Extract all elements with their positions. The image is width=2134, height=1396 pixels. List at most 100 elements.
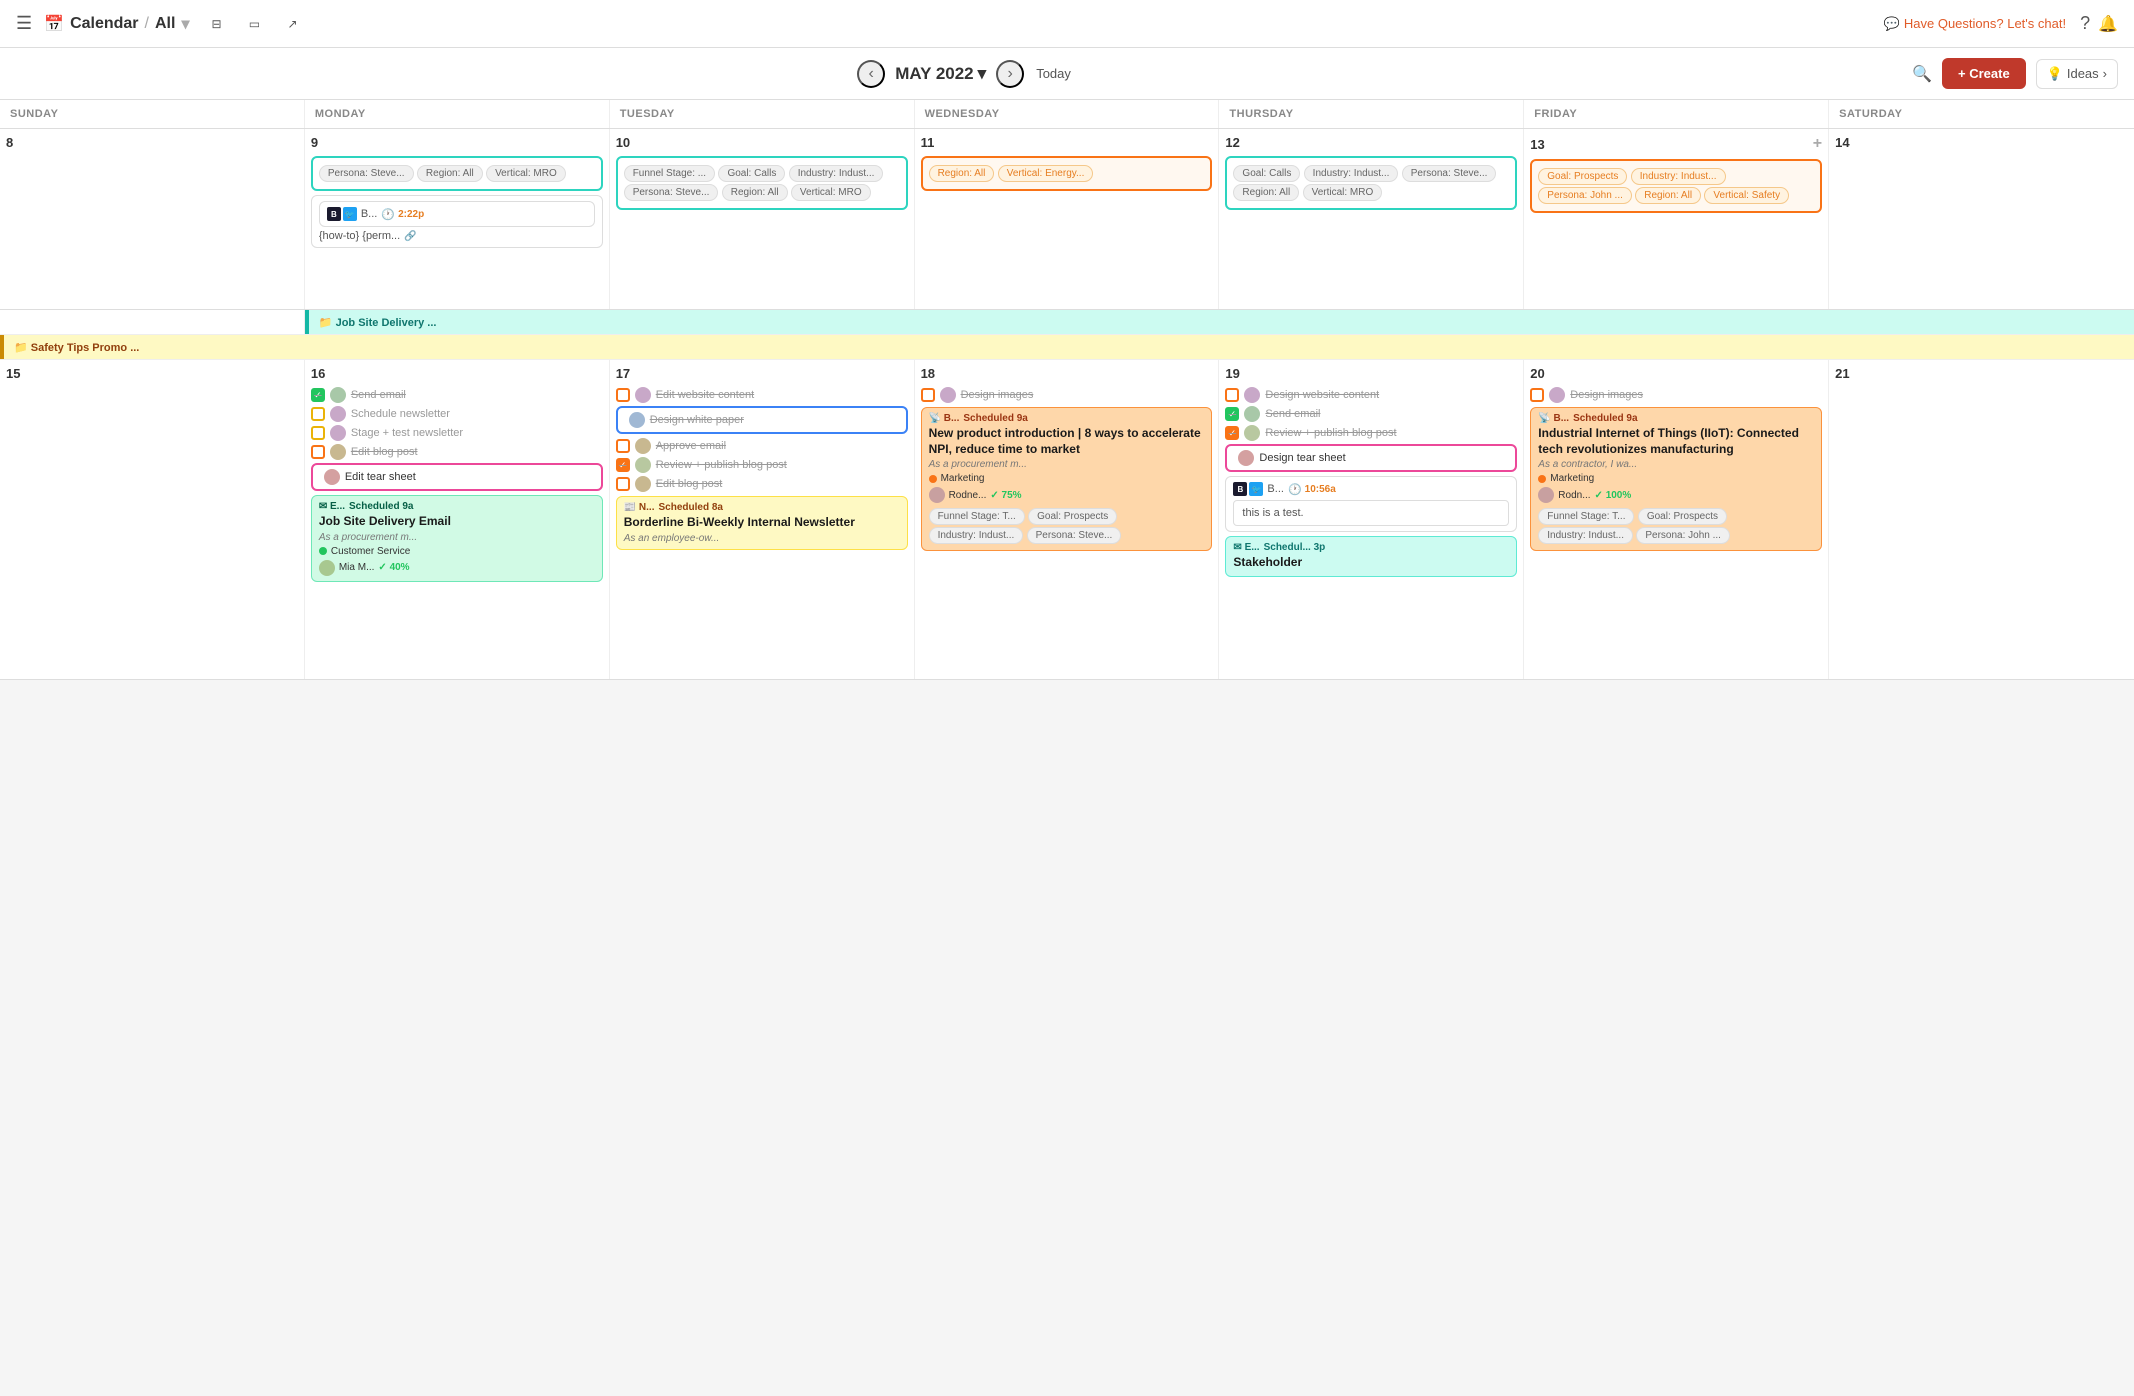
thursday-social-card[interactable]: B 🐦 B... 🕐 10:56a this is a test. — [1225, 476, 1517, 532]
npi-tag4: Persona: Steve... — [1027, 527, 1122, 544]
task-checkbox-design-images2[interactable] — [1530, 388, 1544, 402]
thursday-tags-card[interactable]: Goal: Calls Industry: Indust... Persona:… — [1225, 156, 1517, 210]
job-site-banner-label[interactable]: 📁 Job Site Delivery ... — [305, 310, 2134, 334]
design-tear-sheet-card[interactable]: Design tear sheet — [1225, 444, 1517, 472]
week-row-2: 15 16 ✓ Send email Schedule newsletter S… — [0, 360, 2134, 680]
month-title[interactable]: MAY 2022 ▾ — [895, 64, 986, 84]
npi-scheduled-card[interactable]: 📡 B... Scheduled 9a New product introduc… — [921, 407, 1213, 551]
task-checkbox-schedule[interactable] — [311, 407, 325, 421]
monday-tags-card[interactable]: Persona: Steve... Region: All Vertical: … — [311, 156, 603, 191]
task-checkbox-send-email[interactable]: ✓ — [311, 388, 325, 402]
task-schedule-newsletter[interactable]: Schedule newsletter — [311, 406, 603, 422]
iiot-tag1: Funnel Stage: T... — [1538, 508, 1634, 525]
task-checkbox-stage[interactable] — [311, 426, 325, 440]
iiot-tag3: Industry: Indust... — [1538, 527, 1633, 544]
design-white-paper-card[interactable]: Design white paper — [616, 406, 908, 434]
rodne-avatar — [929, 487, 945, 503]
menu-icon[interactable]: ☰ — [16, 13, 32, 34]
job-site-banner[interactable]: 📁 Job Site Delivery ... — [305, 310, 2134, 334]
task-checkbox-design-images[interactable] — [921, 388, 935, 402]
task-checkbox-review[interactable]: ✓ — [616, 458, 630, 472]
edit-tear-sheet-label: Edit tear sheet — [345, 471, 416, 483]
clock-icon-thu: 🕐 — [1288, 483, 1302, 496]
safety-tips-banner[interactable]: 📁 Safety Tips Promo ... — [0, 335, 2134, 359]
help-chat-button[interactable]: 💬 Have Questions? Let's chat! — [1884, 16, 2066, 32]
task-review-blog[interactable]: ✓ Review + publish blog post — [616, 457, 908, 473]
tag-region5: Region: All — [1635, 187, 1701, 204]
email-scheduled-card[interactable]: ✉ E... Scheduled 9a Job Site Delivery Em… — [311, 495, 603, 582]
task-send-email2[interactable]: ✓ Send email — [1225, 406, 1517, 422]
task-checkbox-design-website[interactable] — [1225, 388, 1239, 402]
edit-tear-sheet-card[interactable]: Edit tear sheet — [311, 463, 603, 491]
ideas-button[interactable]: 💡 Ideas › — [2036, 59, 2118, 89]
tag-region: Region: All — [417, 165, 483, 182]
task-checkbox-edit-blog2[interactable] — [616, 477, 630, 491]
calendar-toolbar: ‹ MAY 2022 ▾ › Today 🔍 + Create 💡 Ideas … — [0, 48, 2134, 100]
day-number-18: 18 — [921, 366, 1213, 381]
create-button[interactable]: + Create — [1942, 58, 2026, 89]
day-cell-20: 20 Design images 📡 B... Scheduled 9a Ind… — [1524, 360, 1829, 679]
day-number-13: 13 + — [1530, 135, 1822, 153]
day-header-thu: THURSDAY — [1219, 100, 1524, 128]
task-stage-newsletter[interactable]: Stage + test newsletter — [311, 425, 603, 441]
rodn-name: Rodn... — [1558, 490, 1590, 501]
stakeholder-prefix: ✉ E... — [1233, 542, 1259, 553]
today-button[interactable]: Today — [1036, 66, 1071, 81]
day-cell-10: 10 Funnel Stage: ... Goal: Calls Industr… — [610, 129, 915, 309]
wednesday-tags-card[interactable]: Region: All Vertical: Energy... — [921, 156, 1213, 191]
task-checkbox-edit-blog[interactable] — [311, 445, 325, 459]
newsletter-scheduled-card[interactable]: 📰 N... Scheduled 8a Borderline Bi-Weekly… — [616, 496, 908, 550]
task-checkbox-review2[interactable]: ✓ — [1225, 426, 1239, 440]
social-name-thu: B... — [1267, 483, 1284, 495]
task-send-email[interactable]: ✓ Send email — [311, 387, 603, 403]
task-design-website[interactable]: Design website content — [1225, 387, 1517, 403]
prev-month-button[interactable]: ‹ — [857, 60, 885, 88]
day-cell-18: 18 Design images 📡 B... Scheduled 9a New… — [915, 360, 1220, 679]
task-checkbox-approve[interactable] — [616, 439, 630, 453]
task-edit-website[interactable]: Edit website content — [616, 387, 908, 403]
mia-avatar — [319, 560, 335, 576]
friday-tags-card[interactable]: Goal: Prospects Industry: Indust... Pers… — [1530, 159, 1822, 213]
link-icon[interactable]: 🔗 — [404, 231, 416, 242]
task-edit-blog[interactable]: Edit blog post — [311, 444, 603, 460]
avatar-review2 — [1244, 425, 1260, 441]
tag-vertical2: Vertical: MRO — [791, 184, 871, 201]
tag-goal-calls: Goal: Calls — [718, 165, 785, 182]
monday-social-card[interactable]: B 🐦 B... 🕐 2:22p {how-to} {perm... 🔗 — [311, 195, 603, 248]
day-cell-15: 15 — [0, 360, 305, 679]
job-site-email-title: Job Site Delivery Email — [319, 514, 595, 530]
top-nav: ☰ 📅 Calendar / All ▾ ⊟ ▭ ↗ 💬 Have Questi… — [0, 0, 2134, 48]
task-edit-blog2[interactable]: Edit blog post — [616, 476, 908, 492]
task-checkbox-website[interactable] — [616, 388, 630, 402]
notifications-icon[interactable]: 🔔 — [2098, 14, 2118, 34]
nav-chevron-icon[interactable]: ▾ — [181, 14, 189, 34]
filter-button[interactable]: ⊟ — [201, 9, 231, 39]
monitor-button[interactable]: ▭ — [239, 9, 269, 39]
month-chevron-icon: ▾ — [978, 64, 987, 84]
stakeholder-card[interactable]: ✉ E... Schedul... 3p Stakeholder — [1225, 536, 1517, 577]
task-approve-email[interactable]: Approve email — [616, 438, 908, 454]
day-number-12: 12 — [1225, 135, 1517, 150]
tuesday-tags-card[interactable]: Funnel Stage: ... Goal: Calls Industry: … — [616, 156, 908, 210]
add-event-icon[interactable]: + — [1813, 135, 1822, 153]
day-cell-13: 13 + Goal: Prospects Industry: Indust...… — [1524, 129, 1829, 309]
next-month-button[interactable]: › — [996, 60, 1024, 88]
task-label-send-email: Send email — [351, 389, 406, 401]
share-button[interactable]: ↗ — [277, 9, 307, 39]
avatar-schedule — [330, 406, 346, 422]
bsr-logo-thu: B — [1233, 482, 1247, 496]
iiot-scheduled-card[interactable]: 📡 B... Scheduled 9a Industrial Internet … — [1530, 407, 1822, 551]
day-number-11: 11 — [921, 135, 1213, 150]
task-checkbox-send-email2[interactable]: ✓ — [1225, 407, 1239, 421]
iiot-title: Industrial Internet of Things (IIoT): Co… — [1538, 426, 1814, 457]
task-design-images[interactable]: Design images — [921, 387, 1213, 403]
help-icon[interactable]: ? — [2080, 13, 2090, 34]
avatar-approve — [635, 438, 651, 454]
task-design-images2[interactable]: Design images — [1530, 387, 1822, 403]
social-time: 2:22p — [398, 209, 424, 220]
day-number-20: 20 — [1530, 366, 1822, 381]
nav-view-label[interactable]: All — [155, 15, 175, 33]
task-review-blog2[interactable]: ✓ Review + publish blog post — [1225, 425, 1517, 441]
search-button[interactable]: 🔍 — [1912, 64, 1932, 84]
avatar-design-images2 — [1549, 387, 1565, 403]
